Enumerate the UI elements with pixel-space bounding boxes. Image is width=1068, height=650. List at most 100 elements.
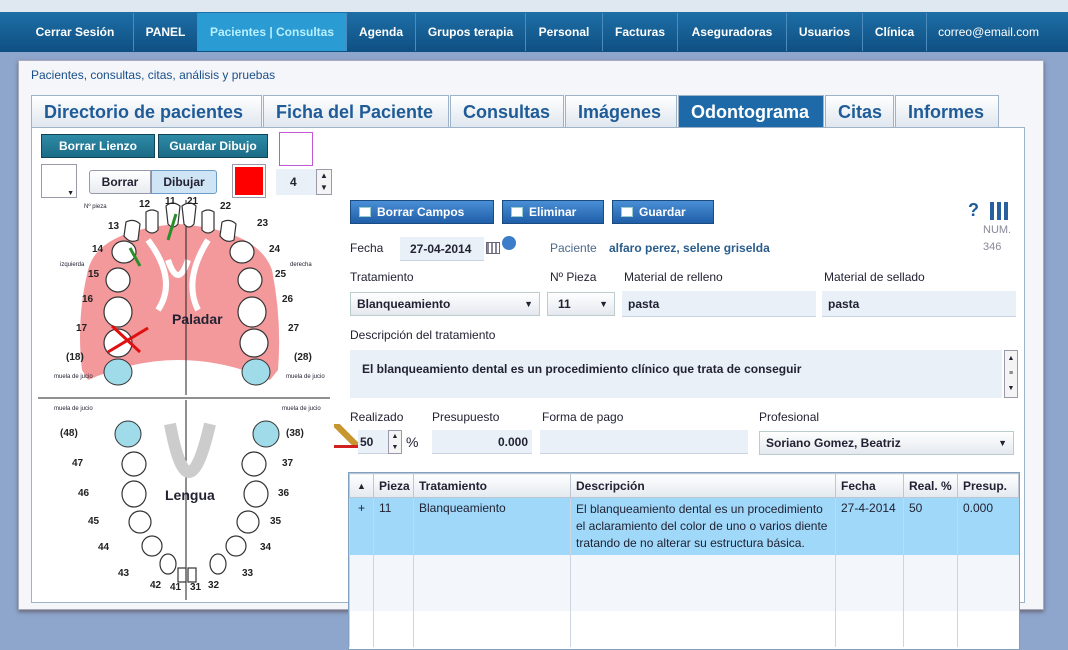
tooth-36[interactable]: 36 <box>278 488 289 499</box>
brush-size-input[interactable]: 4 <box>276 169 316 195</box>
fill-color-picker[interactable] <box>232 164 266 198</box>
clear-fields-label: Borrar Campos <box>377 205 465 219</box>
payment-input[interactable] <box>540 430 748 454</box>
tooth-34[interactable]: 34 <box>260 542 271 553</box>
logout-button[interactable]: Cerrar Sesión <box>18 13 132 51</box>
treatment-label: Tratamiento <box>350 270 414 284</box>
nav-panel[interactable]: PANEL <box>133 13 197 51</box>
tab-patient-directory[interactable]: Directorio de pacientes <box>31 95 262 128</box>
refresh-icon[interactable] <box>502 236 516 250</box>
tab-odontogram[interactable]: Odontograma <box>678 95 824 128</box>
grid-icon[interactable] <box>990 202 1008 220</box>
calendar-icon[interactable] <box>486 242 500 254</box>
header-description[interactable]: Descripción <box>570 473 836 498</box>
nav-clinic[interactable]: Clínica <box>862 13 926 51</box>
tooth-48[interactable]: (48) <box>60 428 78 439</box>
tab-consultations[interactable]: Consultas <box>450 95 564 128</box>
professional-select[interactable]: Soriano Gomez, Beatriz ▼ <box>759 431 1014 455</box>
tooth-15[interactable]: 15 <box>88 269 99 280</box>
description-textarea[interactable]: El blanqueamiento dental es un procedimi… <box>350 350 1002 398</box>
save-button[interactable]: Guardar <box>612 200 714 224</box>
nav-agenda[interactable]: Agenda <box>346 13 415 51</box>
header-treatment[interactable]: Tratamiento <box>413 473 571 498</box>
tooth-23[interactable]: 23 <box>257 218 268 229</box>
tab-patient-record[interactable]: Ficha del Paciente <box>263 95 449 128</box>
tooth-46[interactable]: 46 <box>78 488 89 499</box>
erase-toggle[interactable]: Borrar <box>89 170 151 194</box>
empty-row <box>349 611 1019 647</box>
tooth-27[interactable]: 27 <box>288 323 299 334</box>
fill-material-input[interactable]: pasta <box>622 291 816 317</box>
tooth-16[interactable]: 16 <box>82 294 93 305</box>
piece-select[interactable]: 11 ▼ <box>547 292 615 316</box>
desc-line-1: El blanqueamiento dental es un procedimi… <box>576 502 823 516</box>
nav-staff[interactable]: Personal <box>525 13 602 51</box>
tooth-33[interactable]: 33 <box>242 568 253 579</box>
header-budget[interactable]: Presup. <box>957 473 1019 498</box>
table-row[interactable]: + 11 Blanqueamiento El blanqueamiento de… <box>349 497 1019 555</box>
tongue-label: Lengua <box>165 487 215 503</box>
delete-button[interactable]: Eliminar <box>502 200 604 224</box>
clear-canvas-button[interactable]: Borrar Lienzo <box>41 134 155 158</box>
treatment-select[interactable]: Blanqueamiento ▼ <box>350 292 540 316</box>
header-piece[interactable]: Pieza <box>373 473 414 498</box>
tooth-43[interactable]: 43 <box>118 568 129 579</box>
desc-line-3: tratando de no alterar su estructura bás… <box>576 536 805 550</box>
seal-material-input[interactable]: pasta <box>822 291 1016 317</box>
brush-size-stepper[interactable]: ▲ ▼ <box>316 169 332 195</box>
nav-therapy-groups[interactable]: Grupos terapia <box>415 13 525 51</box>
tooth-18[interactable]: (18) <box>66 352 84 363</box>
num-value: 346 <box>983 241 1002 253</box>
done-input[interactable]: 50 <box>358 430 388 454</box>
chevron-down-icon: ▼ <box>599 299 608 309</box>
tooth-42[interactable]: 42 <box>150 580 161 591</box>
clear-fields-button[interactable]: Borrar Campos <box>350 200 494 224</box>
tooth-32[interactable]: 32 <box>208 580 219 591</box>
tooth-26[interactable]: 26 <box>282 294 293 305</box>
tooth-11[interactable]: 11 <box>165 196 176 207</box>
fill-material-label: Material de relleno <box>624 270 723 284</box>
header-real[interactable]: Real. % <box>903 473 958 498</box>
draw-toggle[interactable]: Dibujar <box>151 170 217 194</box>
tooth-13[interactable]: 13 <box>108 221 119 232</box>
tooth-22[interactable]: 22 <box>220 201 231 212</box>
tooth-37[interactable]: 37 <box>282 458 293 469</box>
tooth-45[interactable]: 45 <box>88 516 99 527</box>
user-email[interactable]: correo@email.com <box>926 13 1050 51</box>
tooth-25[interactable]: 25 <box>275 269 286 280</box>
nav-invoices[interactable]: Facturas <box>602 13 677 51</box>
nav-patients[interactable]: Pacientes | Consultas <box>197 13 346 51</box>
header-date[interactable]: Fecha <box>835 473 904 498</box>
palate-label: Paladar <box>172 311 223 327</box>
date-input[interactable]: 27-04-2014 <box>400 237 484 261</box>
tooth-41[interactable]: 41 <box>170 582 181 593</box>
tooth-44[interactable]: 44 <box>98 542 109 553</box>
tooth-17[interactable]: 17 <box>76 323 87 334</box>
tab-appointments[interactable]: Citas <box>825 95 894 128</box>
tooth-47[interactable]: 47 <box>72 458 83 469</box>
tooth-31[interactable]: 31 <box>190 582 201 593</box>
sort-header[interactable]: ▲ <box>349 473 374 498</box>
tooth-12[interactable]: 12 <box>139 199 150 210</box>
tooth-38[interactable]: (38) <box>286 428 304 439</box>
stroke-color-picker[interactable]: ▼ <box>41 164 77 198</box>
help-icon[interactable]: ? <box>968 200 979 221</box>
description-scrollbar[interactable]: ▲ ≡ ▼ <box>1004 350 1018 398</box>
tooth-21[interactable]: 21 <box>187 196 198 207</box>
treatment-value: Blanqueamiento <box>357 297 451 311</box>
row-treatment: Blanqueamiento <box>413 497 571 555</box>
tooth-35[interactable]: 35 <box>270 516 281 527</box>
nav-insurers[interactable]: Aseguradoras <box>677 13 786 51</box>
done-stepper[interactable]: ▲ ▼ <box>388 430 402 454</box>
tooth-28[interactable]: (28) <box>294 352 312 363</box>
row-expand[interactable]: + <box>349 497 374 555</box>
tooth-24[interactable]: 24 <box>269 244 280 255</box>
row-description: El blanqueamiento dental es un procedimi… <box>570 497 836 555</box>
tab-images[interactable]: Imágenes <box>565 95 677 128</box>
nav-users[interactable]: Usuarios <box>786 13 862 51</box>
budget-input[interactable]: 0.000 <box>432 430 532 454</box>
tooth-14[interactable]: 14 <box>92 244 103 255</box>
odontogram-canvas[interactable] <box>38 200 330 600</box>
save-drawing-button[interactable]: Guardar Dibujo <box>158 134 268 158</box>
tab-reports[interactable]: Informes <box>895 95 999 128</box>
